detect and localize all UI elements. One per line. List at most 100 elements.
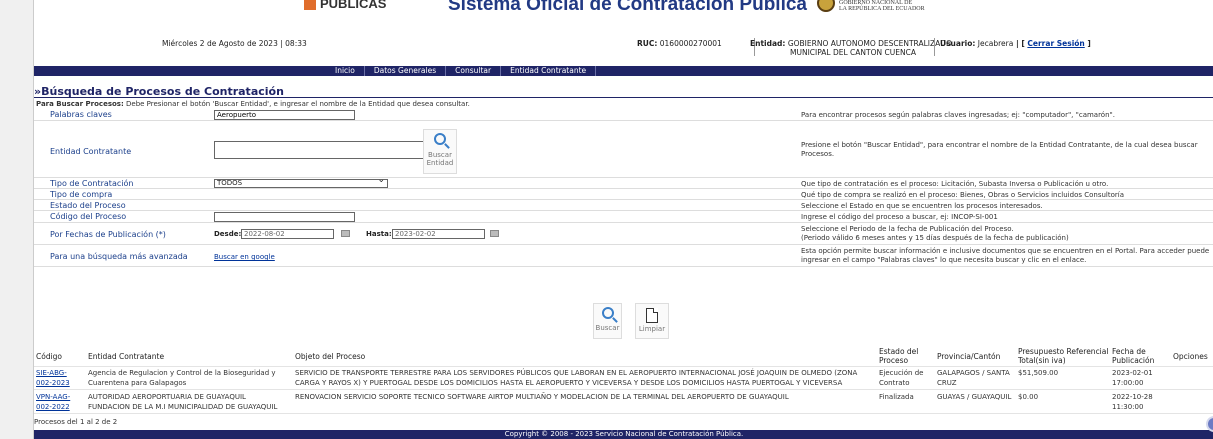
- site-title: Sistema Oficial de Contratación Pública: [448, 0, 807, 15]
- nav-datos-generales[interactable]: Datos Generales: [365, 66, 447, 76]
- fechas-help-1: Seleccione el Periodo de la fecha de Pub…: [801, 225, 1014, 233]
- entity-line-1: GOBIERNO AUTONOMO DESCENTRALIZADO: [787, 39, 952, 48]
- compra-label: Tipo de compra: [50, 190, 113, 199]
- logout-wrapper: | [ Cerrar Sesión ]: [1016, 39, 1091, 48]
- nav-consultar[interactable]: Consultar: [446, 66, 502, 76]
- entity-line-2: MUNICIPAL DEL CANTON CUENCA: [790, 48, 916, 57]
- buscar-label: Buscar: [595, 324, 620, 332]
- row-palabras: Palabras claves Para encontrar procesos …: [34, 109, 1213, 121]
- col-estado-2: Proceso: [879, 356, 909, 365]
- header-divider: [34, 366, 1213, 367]
- ruc-info: RUC: 0160000270001: [637, 39, 722, 48]
- row-entidad: Agencia de Regulacion y Control de la Bi…: [88, 368, 276, 388]
- buscar-button[interactable]: Buscar: [593, 303, 622, 339]
- search-icon: [601, 307, 614, 319]
- col-presupuesto: Presupuesto Referencial Total(sin iva): [1018, 347, 1108, 365]
- estado-2: Contrato: [879, 379, 910, 387]
- results-count: Procesos del 1 al 2 de 2: [34, 418, 118, 426]
- entidad-help: Presione el botón "Buscar Entidad", para…: [801, 141, 1198, 158]
- entidad-textarea[interactable]: [214, 141, 450, 159]
- col-presupuesto-2: Total(sin iva): [1018, 356, 1066, 365]
- tipo-help: Que tipo de contratación es el proceso: …: [801, 180, 1109, 188]
- nav-inicio[interactable]: Inicio: [326, 66, 365, 76]
- row-estado: Estado del Proceso Seleccione el Estado …: [34, 200, 1213, 211]
- gov-line-2: LA REPÚBLICA DEL ECUADOR: [839, 6, 925, 12]
- row-divider: [34, 389, 1213, 390]
- col-fecha: Fecha de Publicación: [1112, 347, 1154, 365]
- row-divider: [34, 413, 1213, 414]
- row-presupuesto: $0.00: [1018, 393, 1039, 401]
- entidad-label: Entidad Contratante: [50, 147, 132, 156]
- avanzada-help: Esta opción permite buscar información e…: [801, 247, 1210, 264]
- row-fecha: 2022-10-28 11:30:00: [1112, 392, 1153, 412]
- entidad-1: AUTORIDAD AEROPORTUARIA DE GUAYAQUIL: [88, 393, 246, 401]
- row-objeto: SERVICIO DE TRANSPORTE TERRESTRE PARA LO…: [295, 368, 857, 388]
- instruction-label: Para Buscar Procesos:: [36, 100, 124, 108]
- estado-help: Seleccione el Estado en que se encuentre…: [801, 202, 1043, 210]
- fechas-help: Seleccione el Periodo de la fecha de Pub…: [801, 225, 1211, 243]
- col-presupuesto-1: Presupuesto Referencial: [1018, 347, 1109, 356]
- provincia-1: GALAPAGOS / SANTA: [937, 369, 1010, 377]
- fechas-label: Por Fechas de Publicación (*): [50, 230, 166, 239]
- row-tipo: Tipo de Contratación TODOS Que tipo de c…: [34, 177, 1213, 189]
- row-fechas: Por Fechas de Publicación (*) Desde: Has…: [34, 223, 1213, 245]
- row-presupuesto: $51,509.00: [1018, 369, 1059, 377]
- row-codigo: Código del Proceso Ingrese el código del…: [34, 211, 1213, 223]
- row-entidad: AUTORIDAD AEROPORTUARIA DE GUAYAQUIL FUND…: [88, 392, 277, 412]
- codigo-link-1[interactable]: SIE-ABG-: [36, 369, 67, 377]
- row-codigo[interactable]: VPN-AAG- 002-2022: [36, 392, 70, 412]
- title-divider: [34, 97, 1213, 98]
- nav-menu: Inicio Datos Generales Consultar Entidad…: [326, 66, 597, 76]
- row-fecha: 2023-02-01 17:00:00: [1112, 368, 1153, 388]
- logo-text: PÚBLICAS: [320, 0, 387, 11]
- codigo-link-1[interactable]: VPN-AAG-: [36, 393, 70, 401]
- palabras-help: Para encontrar procesos según palabras c…: [801, 111, 1115, 119]
- col-entidad: Entidad Contratante: [88, 352, 165, 361]
- fecha-1: 2022-10-28: [1112, 393, 1153, 401]
- user-value: Jecabrera: [977, 39, 1014, 48]
- row-codigo[interactable]: SIE-ABG- 002-2023: [36, 368, 70, 388]
- codigo-link-2[interactable]: 002-2023: [36, 379, 70, 387]
- tipo-select[interactable]: TODOS: [214, 177, 388, 188]
- magnifier-icon: [434, 133, 446, 145]
- logout-link[interactable]: Cerrar Sesión: [1027, 39, 1084, 48]
- row-provincia: GUAYAS / GUAYAQUIL: [937, 393, 1012, 401]
- tipo-label: Tipo de Contratación: [50, 179, 134, 188]
- hasta-label: Hasta:: [366, 230, 392, 238]
- col-codigo: Código: [36, 352, 63, 361]
- row-compra: Tipo de compra Qué tipo de compra se rea…: [34, 189, 1213, 200]
- objeto-2: CARGA Y RAYOS X) Y PUERTOGAL DESDE LOS D…: [295, 379, 843, 387]
- session-info-row: Miércoles 2 de Agosto de 2023 | 08:33 RU…: [34, 38, 1213, 57]
- col-fecha-1: Fecha de: [1112, 347, 1146, 356]
- palabras-input[interactable]: [214, 110, 355, 120]
- entity-label: Entidad:: [750, 39, 786, 48]
- google-search-link[interactable]: Buscar en google: [214, 253, 275, 261]
- col-opciones: Opciones: [1173, 352, 1208, 361]
- portal-content: PÚBLICAS Sistema Oficial de Contratación…: [33, 0, 1213, 439]
- instruction-text: Debe Presionar el botón 'Buscar Entidad'…: [126, 100, 470, 108]
- main-nav: Inicio Datos Generales Consultar Entidad…: [34, 66, 1213, 76]
- limpiar-label: Limpiar: [638, 325, 666, 333]
- desde-input[interactable]: [241, 229, 334, 239]
- nav-entidad-contratante[interactable]: Entidad Contratante: [501, 66, 597, 76]
- header-banner: PÚBLICAS Sistema Oficial de Contratación…: [34, 0, 1213, 22]
- codigo-input[interactable]: [214, 212, 355, 222]
- codigo-link-2[interactable]: 002-2022: [36, 403, 70, 411]
- hasta-input[interactable]: [392, 229, 485, 239]
- col-objeto: Objeto del Proceso: [295, 352, 366, 361]
- entidad-1: Agencia de Regulacion y Control de la Bi…: [88, 369, 276, 377]
- ruc-label: RUC:: [637, 39, 658, 48]
- fecha-2: 11:30:00: [1112, 403, 1144, 411]
- coat-of-arms-icon: [817, 0, 835, 12]
- buscar-entidad-line-1: Buscar: [428, 151, 452, 159]
- avanzada-label: Para una búsqueda más avanzada: [50, 252, 188, 261]
- limpiar-button[interactable]: Limpiar: [635, 303, 669, 339]
- desde-label: Desde:: [214, 230, 242, 238]
- government-logo: GOBIERNO NACIONAL DE LA REPÚBLICA DEL EC…: [817, 0, 925, 12]
- estado-label: Estado del Proceso: [50, 201, 126, 210]
- desde-calendar-icon[interactable]: [341, 230, 350, 237]
- hasta-calendar-icon[interactable]: [490, 230, 499, 237]
- row-estado: Finalizada: [879, 393, 914, 401]
- buscar-entidad-button[interactable]: Buscar Entidad: [423, 129, 457, 174]
- col-provincia: Provincia/Cantón: [937, 352, 1001, 361]
